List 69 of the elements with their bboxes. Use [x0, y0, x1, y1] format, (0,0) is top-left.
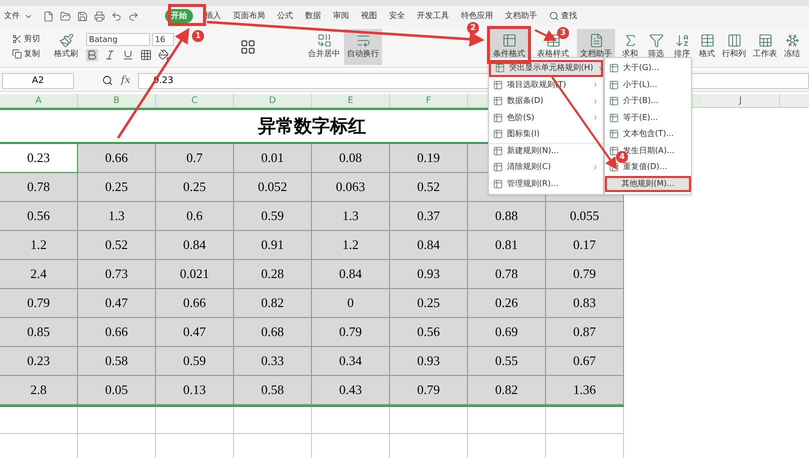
table-cell: 0.84 [312, 260, 390, 289]
table-cell: 0.73 [78, 260, 156, 289]
table-cell: 0.66 [78, 318, 156, 347]
table-cell: 0.47 [156, 318, 234, 347]
table-cell: 0.01 [234, 144, 312, 173]
table-cell: 0.47 [78, 289, 156, 318]
table-cell: 1.2 [312, 231, 390, 260]
table-cell: 0.78 [468, 260, 546, 289]
table-cell: 0.23 [0, 144, 78, 173]
table-cell: 0.79 [0, 289, 78, 318]
table-cell: 0.34 [312, 347, 390, 376]
table-cell: 0.055 [546, 202, 624, 231]
table-cell: 0.85 [0, 318, 78, 347]
table-cell: 0.28 [234, 260, 312, 289]
table-cell: 0.69 [468, 318, 546, 347]
table-cell: 0.56 [390, 318, 468, 347]
table-cell: 0.84 [390, 231, 468, 260]
table-cell: 0.88 [468, 202, 546, 231]
table-cell: 0.79 [312, 318, 390, 347]
table-cell: 0.81 [468, 231, 546, 260]
table-cell: 0.13 [156, 376, 234, 405]
table-cell: 0.82 [234, 289, 312, 318]
table-cell: 0.59 [156, 347, 234, 376]
table-cell: 0.67 [546, 347, 624, 376]
table-cell: 1.3 [78, 202, 156, 231]
table-cell: 0.23 [0, 347, 78, 376]
table-cell: 0.68 [234, 318, 312, 347]
table-cell: 0.82 [468, 376, 546, 405]
table-cell: 0.063 [312, 173, 390, 202]
table-cell: 0.25 [390, 289, 468, 318]
table-cell: 0.52 [390, 173, 468, 202]
table-cell: 0.021 [156, 260, 234, 289]
table-cell: 1.2 [0, 231, 78, 260]
table-cell: 0.19 [390, 144, 468, 173]
table-cell: 0.05 [78, 376, 156, 405]
table-cell: 0.58 [78, 347, 156, 376]
table-cell: 0.52 [78, 231, 156, 260]
table-cell: 0.08 [312, 144, 390, 173]
table-cell: 0.93 [390, 260, 468, 289]
table-cell: 0.58 [234, 376, 312, 405]
table-cell: 0.55 [468, 347, 546, 376]
table-cell: 0.79 [390, 376, 468, 405]
table-cell: 0.91 [234, 231, 312, 260]
table-cell: 0.59 [234, 202, 312, 231]
table-cell: 1.3 [312, 202, 390, 231]
fx-label: fx [121, 74, 130, 88]
table-cell: 0.78 [0, 173, 78, 202]
table-cell: 0.56 [0, 202, 78, 231]
table-cell: 0.43 [312, 376, 390, 405]
table-cell: 0.84 [156, 231, 234, 260]
table-cell: 0 [312, 289, 390, 318]
table-cell: 1.36 [546, 376, 624, 405]
table-cell: 0.33 [234, 347, 312, 376]
table-cell: 0.79 [546, 260, 624, 289]
table-cell: 2.8 [0, 376, 78, 405]
table-cell: 0.93 [390, 347, 468, 376]
table-cell: 2.4 [0, 260, 78, 289]
table-cell: 0.83 [546, 289, 624, 318]
table-cell: 0.66 [78, 144, 156, 173]
table-cell: 0.25 [78, 173, 156, 202]
table-cell: 0.66 [156, 289, 234, 318]
table-cell: 0.87 [546, 318, 624, 347]
table-cell: 0.26 [468, 289, 546, 318]
table-cell: 0.6 [156, 202, 234, 231]
table-cell: 0.37 [390, 202, 468, 231]
table-cell: 0.7 [156, 144, 234, 173]
table-cell: 0.25 [156, 173, 234, 202]
table-cell: 0.052 [234, 173, 312, 202]
table-cell: 0.17 [546, 231, 624, 260]
